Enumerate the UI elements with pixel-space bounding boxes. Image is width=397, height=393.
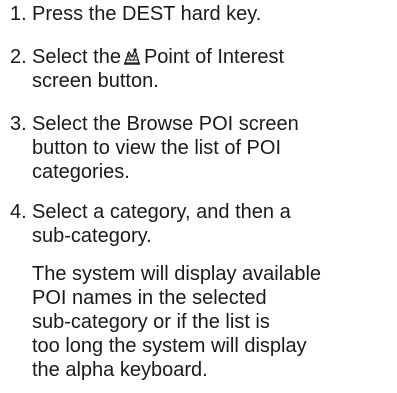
- step-line: Select the Point of Interest: [32, 45, 372, 69]
- step-number: 2.: [10, 46, 27, 68]
- note-line: POI names in the selected: [32, 287, 267, 309]
- step-4-note: The system will display available POI na…: [32, 262, 382, 382]
- step-line: screen button.: [32, 70, 159, 92]
- step-number: 3.: [10, 113, 27, 135]
- step-text: Select the Browse POI screen button to v…: [32, 112, 372, 184]
- note-line: too long the system will display: [32, 335, 307, 357]
- step-line: button to view the list of POI: [32, 137, 282, 159]
- step-line: Select the Browse POI screen: [32, 113, 299, 135]
- point-of-interest-icon: [122, 47, 141, 65]
- step-line: categories.: [32, 161, 130, 183]
- note-line: sub-category or if the list is: [32, 311, 270, 333]
- step-line: Select a category, and then a: [32, 201, 291, 223]
- step-line: sub-category.: [32, 225, 152, 247]
- note-line: The system will display available: [32, 263, 322, 285]
- step-line: Press the DEST hard key.: [32, 3, 262, 25]
- step-number: 4.: [10, 201, 27, 223]
- note-line: the alpha keyboard.: [32, 359, 208, 381]
- step-text-after-icon: Point of Interest: [143, 46, 285, 68]
- step-text-before-icon: Select the: [32, 46, 121, 68]
- step-number: 1.: [10, 3, 27, 25]
- step-text: Select the Point of Interest screen butto…: [32, 45, 372, 93]
- step-text: Select a category, and then a sub-catego…: [32, 200, 372, 248]
- step-text: Press the DEST hard key.: [32, 2, 372, 26]
